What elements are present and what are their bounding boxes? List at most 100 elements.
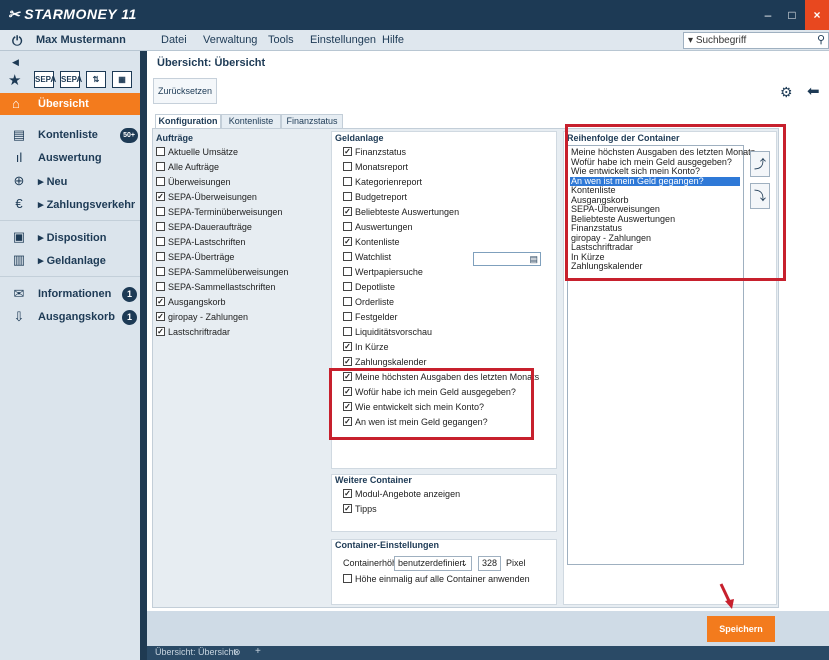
sepa-batch-icon[interactable]: SEPA xyxy=(60,71,82,88)
sidebar-item-informationen[interactable]: ✉ Informationen 1 xyxy=(0,284,140,304)
checkbox-row[interactable]: Orderliste xyxy=(343,296,394,310)
user-name[interactable]: Max Mustermann xyxy=(36,34,126,46)
checkbox[interactable] xyxy=(156,162,165,172)
checkbox-row[interactable]: SEPA-Terminüberweisungen xyxy=(156,206,282,220)
checkbox-row[interactable]: Budgetreport xyxy=(343,191,407,205)
checkbox-row[interactable]: SEPA-Daueraufträge xyxy=(156,221,252,235)
tab-kontenliste[interactable]: Kontenliste xyxy=(221,114,281,128)
checkbox-row[interactable]: Aktuelle Umsätze xyxy=(156,146,238,160)
checkbox[interactable] xyxy=(343,297,352,307)
checkbox[interactable] xyxy=(343,162,352,172)
minimize-button[interactable]: – xyxy=(757,0,779,30)
checkbox-row[interactable]: SEPA-Sammellastschriften xyxy=(156,281,275,295)
checkbox[interactable]: ✓ xyxy=(156,192,165,202)
checkbox[interactable] xyxy=(343,267,352,277)
collapse-sidebar-icon[interactable]: ◀ xyxy=(12,57,19,68)
search-scope-dropdown[interactable]: ▾ xyxy=(688,35,693,46)
checkbox-row[interactable]: Überweisungen xyxy=(156,176,231,190)
checkbox-row[interactable]: ✓ Kontenliste xyxy=(343,236,400,250)
save-button[interactable]: Speichern xyxy=(707,616,775,642)
sync-icon[interactable]: ⇅ xyxy=(86,71,106,88)
checkbox[interactable] xyxy=(343,222,352,232)
maximize-button[interactable]: □ xyxy=(781,0,803,30)
checkbox-row[interactable]: Monatsreport xyxy=(343,161,408,175)
list-picker-icon[interactable]: ▤ xyxy=(529,254,538,265)
checkbox-row[interactable]: ✓ In Kürze xyxy=(343,341,389,355)
checkbox-row[interactable]: Depotliste xyxy=(343,281,395,295)
checkbox-row[interactable]: Auswertungen xyxy=(343,221,413,235)
checkbox[interactable] xyxy=(343,192,352,202)
gear-icon[interactable]: ⚙ xyxy=(780,84,793,101)
sidebar-item-auswertung[interactable]: ıl Auswertung xyxy=(0,148,140,168)
sidebar-item-ausgangskorb[interactable]: ⇩ Ausgangskorb 1 xyxy=(0,307,140,327)
checkbox[interactable]: ✓ xyxy=(343,237,352,247)
checkbox[interactable]: ✓ xyxy=(156,312,165,322)
tab-finanzstatus[interactable]: Finanzstatus xyxy=(281,114,343,128)
search-icon[interactable]: ⚲ xyxy=(817,33,825,48)
checkbox[interactable]: ✓ xyxy=(156,297,165,307)
checkbox-row[interactable]: Watchlist xyxy=(343,251,391,265)
checkbox[interactable] xyxy=(343,312,352,322)
favorites-star-icon[interactable]: ★ xyxy=(8,71,21,89)
checkbox[interactable]: ✓ xyxy=(343,207,352,217)
checkbox[interactable] xyxy=(343,282,352,292)
menu-verwaltung[interactable]: Verwaltung xyxy=(203,34,257,46)
checkbox-row[interactable]: Alle Aufträge xyxy=(156,161,219,175)
sidebar-item-neu[interactable]: ⊕ ▸ Neu xyxy=(0,171,140,191)
checkbox[interactable]: ✓ xyxy=(343,504,352,514)
watchlist-input[interactable]: ▤ xyxy=(473,252,541,266)
checkbox-row[interactable]: SEPA-Überträge xyxy=(156,251,234,265)
back-arrow-icon[interactable]: ⬅ xyxy=(807,82,820,100)
sidebar-item-disposition[interactable]: ▣ ▸ Disposition xyxy=(0,227,140,247)
checkbox[interactable] xyxy=(156,267,165,277)
checkbox[interactable] xyxy=(343,252,352,262)
checkbox-row[interactable]: ✓ Modul-Angebote anzeigen xyxy=(343,488,460,502)
tab-konfiguration[interactable]: Konfiguration xyxy=(155,114,221,128)
checkbox-row[interactable]: ✓ Beliebteste Auswertungen xyxy=(343,206,459,220)
checkbox-row[interactable]: ✓ Ausgangskorb xyxy=(156,296,226,310)
checkbox-row[interactable]: ✓ giropay - Zahlungen xyxy=(156,311,248,325)
checkbox[interactable] xyxy=(156,222,165,232)
close-button[interactable]: × xyxy=(805,0,829,30)
menu-hilfe[interactable]: Hilfe xyxy=(382,34,404,46)
apply-all-checkbox-row[interactable]: Höhe einmalig auf alle Container anwende… xyxy=(343,573,530,587)
container-height-input[interactable]: 328 xyxy=(478,556,501,571)
checkbox-row[interactable]: ✓ Lastschriftradar xyxy=(156,326,230,340)
close-tab-icon[interactable]: ⊗ xyxy=(233,647,241,658)
checkbox[interactable]: ✓ xyxy=(343,489,352,499)
menu-einstellungen[interactable]: Einstellungen xyxy=(310,34,376,46)
checkbox-row[interactable]: Festgelder xyxy=(343,311,398,325)
checkbox[interactable]: ✓ xyxy=(343,147,352,157)
checkbox-row[interactable]: ✓ Tipps xyxy=(343,503,377,517)
sepa-transfer-icon[interactable]: SEPA xyxy=(34,71,56,88)
checkbox[interactable]: ✓ xyxy=(156,327,165,337)
menu-datei[interactable]: Datei xyxy=(161,34,187,46)
checkbox-row[interactable]: ✓ SEPA-Überweisungen xyxy=(156,191,257,205)
checkbox[interactable] xyxy=(156,147,165,157)
sidebar-item-zahlungsverkehr[interactable]: € ▸ Zahlungsverkehr xyxy=(0,194,140,214)
checkbox[interactable]: ✓ xyxy=(343,357,352,367)
checkbox-row[interactable]: SEPA-Lastschriften xyxy=(156,236,245,250)
checkbox[interactable] xyxy=(156,237,165,247)
container-height-select[interactable]: benutzerdefiniert ⌄ xyxy=(394,556,472,571)
checkbox-row[interactable]: ✓ Finanzstatus xyxy=(343,146,406,160)
checkbox[interactable] xyxy=(343,177,352,187)
sidebar-item-geldanlage[interactable]: ▥ ▸ Geldanlage xyxy=(0,250,140,270)
reset-button[interactable]: Zurücksetzen xyxy=(153,78,217,104)
sidebar-item-kontenliste[interactable]: ▤ Kontenliste 50+ xyxy=(0,125,140,145)
search-input[interactable]: ▾ Suchbegriff ⚲ xyxy=(683,32,829,49)
checkbox[interactable] xyxy=(156,282,165,292)
menu-tools[interactable]: Tools xyxy=(268,34,294,46)
calculator-icon[interactable]: ▦ xyxy=(112,71,132,88)
checkbox-row[interactable]: Kategorienreport xyxy=(343,176,422,190)
checkbox[interactable] xyxy=(156,207,165,217)
document-tab[interactable]: Übersicht: Übersicht xyxy=(155,647,236,657)
checkbox[interactable]: ✓ xyxy=(343,342,352,352)
checkbox-row[interactable]: Liquiditätsvorschau xyxy=(343,326,432,340)
checkbox-row[interactable]: Wertpapiersuche xyxy=(343,266,423,280)
checkbox[interactable] xyxy=(156,252,165,262)
sidebar-item-uebersicht[interactable]: ⌂ Übersicht xyxy=(0,93,140,115)
checkbox[interactable] xyxy=(343,327,352,337)
apply-all-checkbox[interactable] xyxy=(343,574,352,584)
power-icon[interactable]: ⏻ xyxy=(12,33,22,49)
